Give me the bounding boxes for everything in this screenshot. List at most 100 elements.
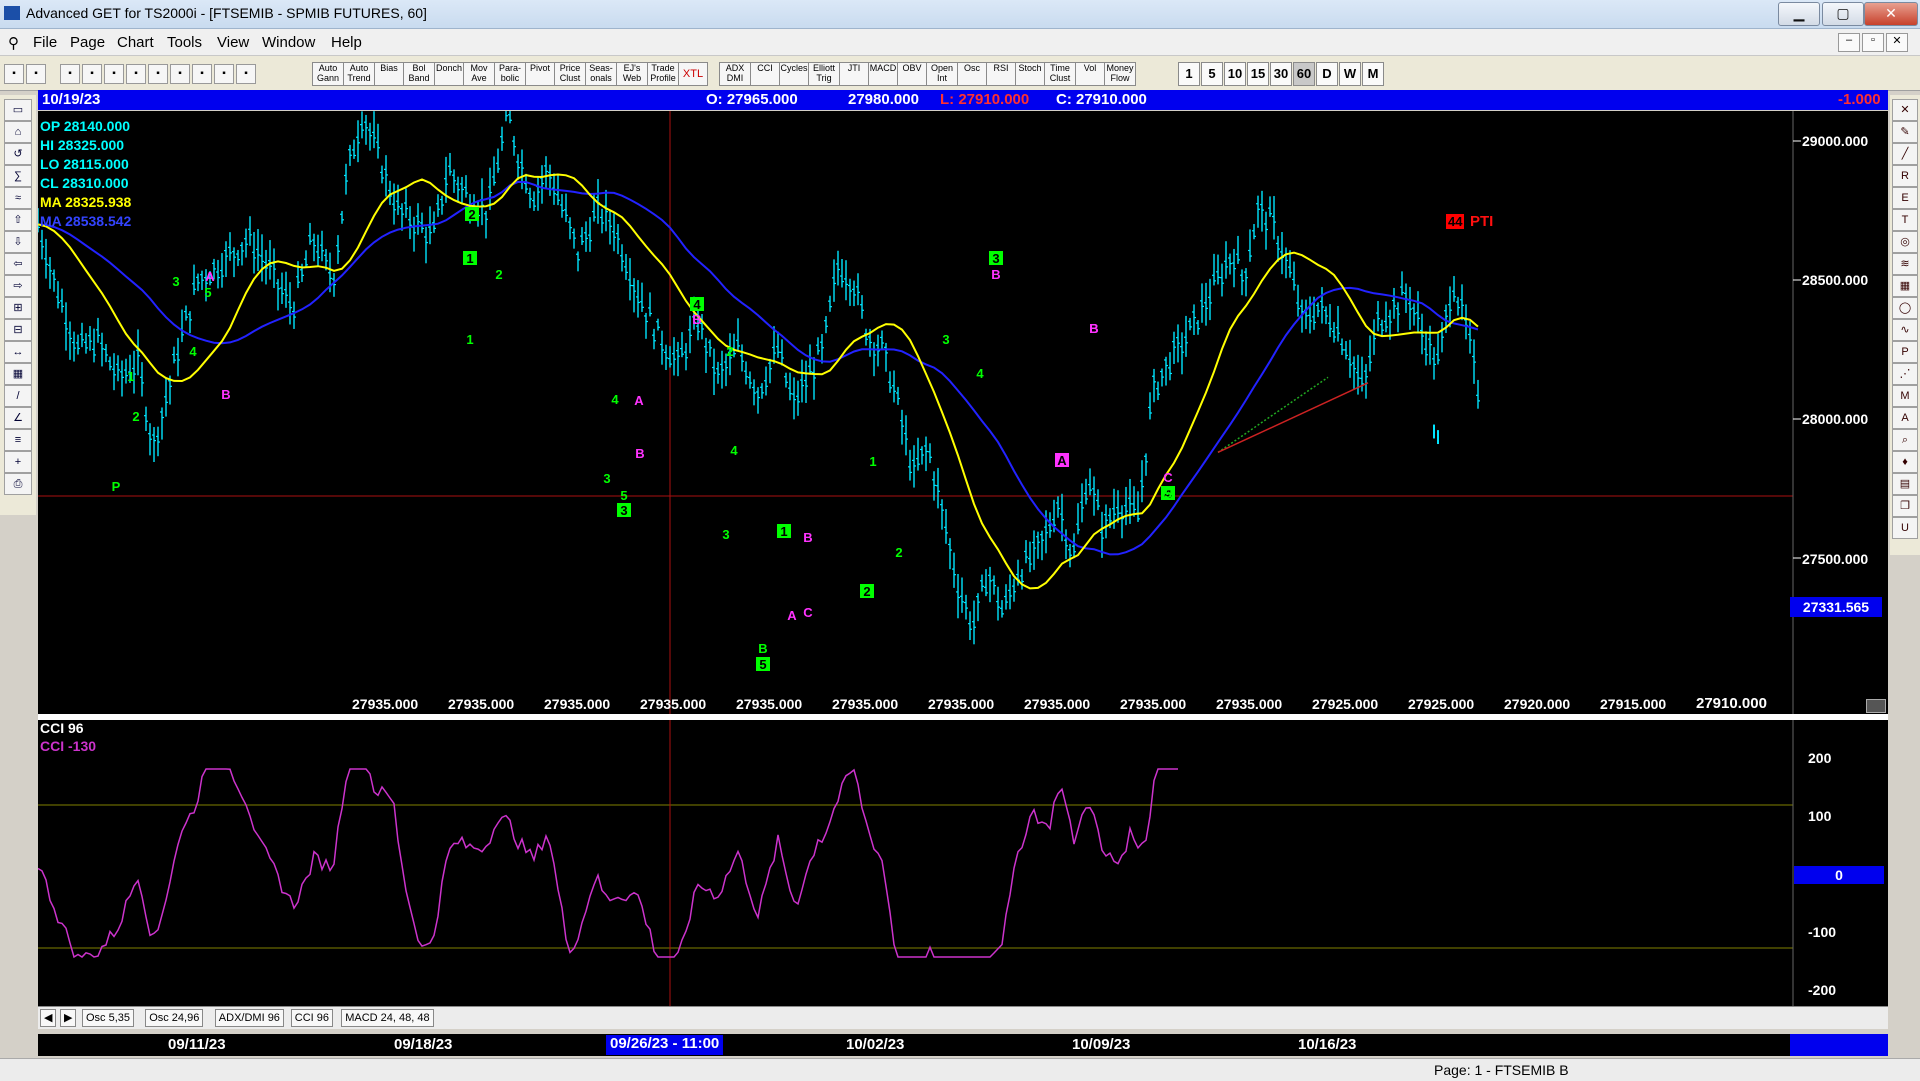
timeframe-button-M[interactable]: M [1362,62,1384,86]
ellipse-icon[interactable]: ◯ [1892,297,1918,319]
open-icon[interactable]: ▪ [82,64,102,84]
crosshair-icon[interactable]: + [4,451,32,473]
tab-scroll-left-icon[interactable]: ◀ [40,1009,57,1027]
print-icon[interactable]: ▪ [192,64,212,84]
study-button[interactable]: ADX DMI [719,62,751,86]
mob-icon[interactable]: M [1892,385,1918,407]
study-button[interactable]: Seas-onals [585,62,617,86]
menu-file[interactable]: File [33,34,57,51]
study-button[interactable]: XTL [678,62,708,86]
pti-icon[interactable]: P [1892,341,1918,363]
timeframe-button-60[interactable]: 60 [1293,62,1315,86]
study-button[interactable]: Auto Gann [312,62,344,86]
mdi-restore-icon[interactable]: ▫ [1862,33,1884,52]
timeframe-button-15[interactable]: 15 [1247,62,1269,86]
study-button[interactable]: Osc [957,62,987,86]
chart-scroll-icon[interactable] [1866,699,1886,713]
study-button[interactable]: Pivot [525,62,555,86]
study-icon[interactable]: ∑ [4,165,32,187]
zoom-in-icon[interactable]: ⊞ [4,297,32,319]
timeframe-button-D[interactable]: D [1316,62,1338,86]
magnet-icon[interactable]: U [1892,517,1918,539]
menu-page[interactable]: Page [70,34,105,51]
copy-icon[interactable]: ▪ [104,64,124,84]
indicator-tab[interactable]: CCI 96 [290,1009,334,1027]
study-button[interactable]: Vol [1075,62,1105,86]
reset-icon[interactable]: ↺ [4,143,32,165]
study-button[interactable]: Auto Trend [343,62,375,86]
study-button[interactable]: Price Clust [554,62,586,86]
save-icon[interactable]: ▭ [4,99,32,121]
minimize-button[interactable]: ▁ [1778,2,1820,26]
grid-icon[interactable]: ▦ [1892,275,1918,297]
study-button[interactable]: Stoch [1015,62,1045,86]
timeframe-button-30[interactable]: 30 [1270,62,1292,86]
cube-icon[interactable]: ⌂ [4,121,32,143]
timeframe-button-W[interactable]: W [1339,62,1361,86]
study-button[interactable]: CCI [750,62,780,86]
fib-time-icon[interactable]: T [1892,209,1918,231]
whatsthis-icon[interactable]: ▪ [236,64,256,84]
study-button[interactable]: Para-bolic [494,62,526,86]
arrow-up-icon[interactable]: ⇧ [4,209,32,231]
study-button[interactable]: Mov Ave [463,62,495,86]
study-button[interactable]: Open Int [926,62,958,86]
refresh-icon[interactable]: ▪ [170,64,190,84]
menu-chart[interactable]: Chart [117,34,154,51]
menu-view[interactable]: View [217,34,249,51]
gann-icon[interactable]: ∠ [4,407,32,429]
cci-pane[interactable]: CCI 96 CCI -130 200 100 0 -100 -200 [38,720,1888,1008]
timeframe-button-10[interactable]: 10 [1224,62,1246,86]
study-button[interactable]: Cycles [779,62,809,86]
menu-tools[interactable]: Tools [167,34,202,51]
channel-icon[interactable]: ≋ [1892,253,1918,275]
menu-window[interactable]: Window [262,34,315,51]
study-button[interactable]: RSI [986,62,1016,86]
indicator-tab[interactable]: MACD 24, 48, 48 [341,1009,434,1027]
fan-icon[interactable]: ⋰ [1892,363,1918,385]
print-icon[interactable]: ⎙ [4,473,32,495]
zoom-out-icon[interactable]: ⊟ [4,319,32,341]
arrow-left-icon[interactable]: ⇦ [4,253,32,275]
grid-icon[interactable]: ▪ [148,64,168,84]
price-chart[interactable]: P12345AB21214B2A4B353431BACB5122343BBAC4… [38,111,1888,714]
study-button[interactable]: Bol Band [403,62,435,86]
study-button[interactable]: OBV [897,62,927,86]
fib-ret-icon[interactable]: R [1892,165,1918,187]
study-button[interactable]: Time Clust [1044,62,1076,86]
lines-icon[interactable]: / [4,385,32,407]
pen-icon[interactable]: ✎ [1892,121,1918,143]
cross-icon[interactable]: ✕ [1892,99,1918,121]
maximize-button[interactable]: ▢ [1822,2,1864,26]
pin-icon[interactable]: ▪ [4,64,24,84]
quote-icon[interactable]: ▪ [26,64,46,84]
table-icon[interactable]: ▦ [4,363,32,385]
expand-icon[interactable]: ↔ [4,341,32,363]
wave-icon[interactable]: ∿ [1892,319,1918,341]
elliott-icon[interactable]: ≈ [4,187,32,209]
text-icon[interactable]: A [1892,407,1918,429]
timeframe-button-1[interactable]: 1 [1178,62,1200,86]
study-button[interactable]: Bias [374,62,404,86]
fib-icon[interactable]: ≡ [4,429,32,451]
study-button[interactable]: Elliott Trig [808,62,840,86]
indicator-tab[interactable]: Osc 5,35 [82,1009,135,1027]
study-button[interactable]: Money Flow [1104,62,1136,86]
study-button[interactable]: Trade Profile [647,62,679,86]
magnify-icon[interactable]: ⌕ [1892,429,1918,451]
layers-icon[interactable]: ▤ [1892,473,1918,495]
fib-ext-icon[interactable]: E [1892,187,1918,209]
mdi-minimize-icon[interactable]: – [1838,33,1860,52]
indicator-tab[interactable]: Osc 24,96 [145,1009,204,1027]
menu-help[interactable]: Help [331,34,362,51]
study-button[interactable]: JTI [839,62,869,86]
indicator-tab[interactable]: ADX/DMI 96 [214,1009,284,1027]
study-button[interactable]: EJ's Web [616,62,648,86]
line-icon[interactable]: ╱ [1892,143,1918,165]
timeframe-button-5[interactable]: 5 [1201,62,1223,86]
paste-icon[interactable]: ▪ [126,64,146,84]
circle-icon[interactable]: ◎ [1892,231,1918,253]
close-button[interactable]: ✕ [1864,2,1918,26]
arrow-right-icon[interactable]: ⇨ [4,275,32,297]
study-button[interactable]: MACD [868,62,898,86]
